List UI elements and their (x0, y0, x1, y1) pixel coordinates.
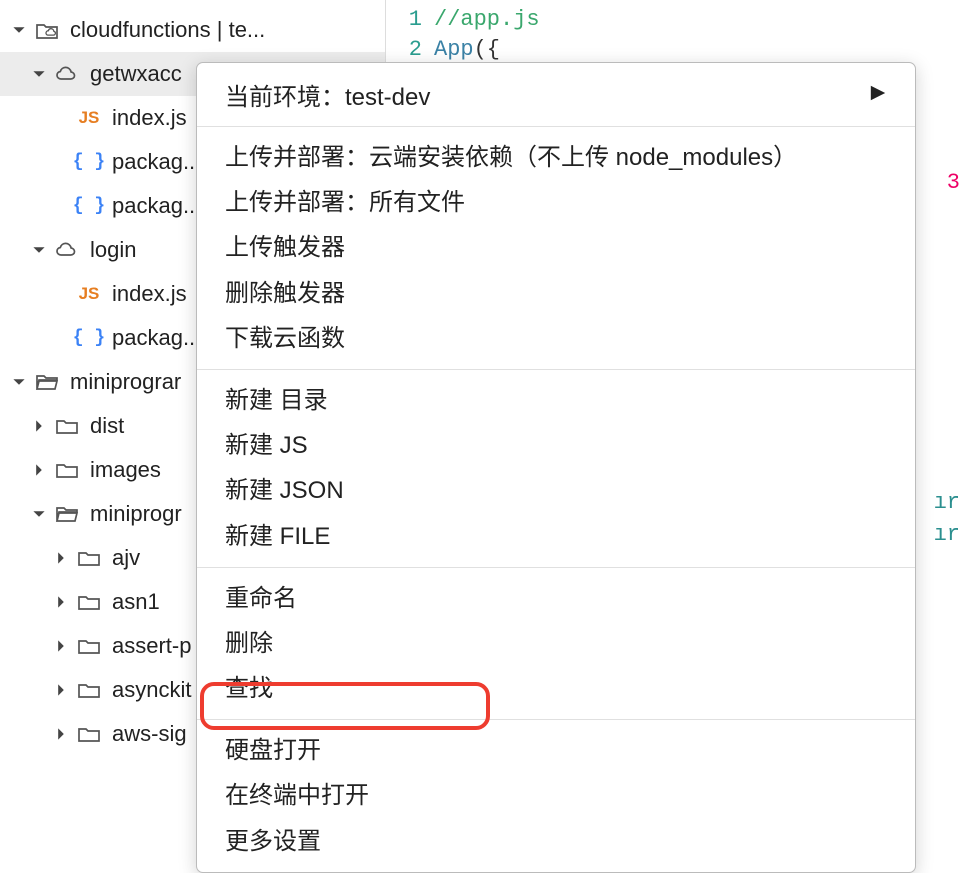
json-file-icon: { } (74, 196, 104, 216)
tree-label: miniprograr (70, 369, 181, 395)
chevron-right-icon (30, 463, 48, 477)
tree-label: asynckit (112, 677, 191, 703)
play-icon (869, 81, 887, 109)
chevron-down-icon (30, 507, 48, 521)
chevron-right-icon (52, 639, 70, 653)
menu-section-deploy: 上传并部署：云端安装依赖（不上传 node_modules） 上传并部署：所有文… (197, 127, 915, 370)
js-file-icon: JS (74, 284, 104, 304)
menu-item-delete[interactable]: 删除 (197, 621, 915, 666)
folder-icon (52, 460, 82, 480)
tree-label: index.js (112, 105, 187, 131)
menu-item-upload-deps[interactable]: 上传并部署：云端安装依赖（不上传 node_modules） (197, 135, 915, 180)
chevron-down-icon (30, 67, 48, 81)
folder-open-icon (52, 504, 82, 524)
menu-item-delete-trigger[interactable]: 删除触发器 (197, 271, 915, 316)
menu-section-edit: 重命名 删除 查找 (197, 568, 915, 721)
tree-label: index.js (112, 281, 187, 307)
menu-environment-header[interactable]: 当前环境：test-dev (197, 63, 915, 127)
tree-label: login (90, 237, 136, 263)
cloud-folder-icon (32, 20, 62, 40)
menu-item-new-file[interactable]: 新建 FILE (197, 514, 915, 559)
tree-item-cloudfunctions[interactable]: cloudfunctions | te... (0, 8, 385, 52)
json-file-icon: { } (74, 328, 104, 348)
folder-open-icon (32, 372, 62, 392)
tree-label: dist (90, 413, 124, 439)
stray-char: ır (934, 490, 960, 515)
code-line-1: 1 //app.js (386, 4, 964, 34)
menu-item-open-terminal[interactable]: 在终端中打开 (197, 773, 915, 818)
chevron-right-icon (52, 595, 70, 609)
menu-item-new-dir[interactable]: 新建 目录 (197, 378, 915, 423)
menu-item-upload-trigger[interactable]: 上传触发器 (197, 225, 915, 270)
menu-item-upload-all[interactable]: 上传并部署：所有文件 (197, 180, 915, 225)
menu-section-new: 新建 目录 新建 JS 新建 JSON 新建 FILE (197, 370, 915, 568)
menu-item-download-function[interactable]: 下载云函数 (197, 316, 915, 361)
tree-label: miniprogr (90, 501, 182, 527)
cloud-icon (52, 64, 82, 84)
code-text: App({ (434, 37, 500, 62)
tree-label: packag... (112, 193, 201, 219)
folder-icon (52, 416, 82, 436)
chevron-right-icon (52, 683, 70, 697)
folder-icon (74, 548, 104, 568)
chevron-down-icon (10, 375, 28, 389)
menu-item-find[interactable]: 查找 (197, 666, 915, 711)
menu-item-new-js[interactable]: 新建 JS (197, 423, 915, 468)
tree-label: packag... (112, 149, 201, 175)
js-file-icon: JS (74, 108, 104, 128)
tree-label: images (90, 457, 161, 483)
menu-item-new-json[interactable]: 新建 JSON (197, 468, 915, 513)
tree-label: asn1 (112, 589, 160, 615)
stray-char: 3 (947, 170, 960, 195)
code-comment: //app.js (434, 7, 540, 32)
chevron-down-icon (10, 23, 28, 37)
line-number: 2 (386, 37, 434, 62)
stray-char: ır (934, 522, 960, 547)
menu-item-rename[interactable]: 重命名 (197, 576, 915, 621)
json-file-icon: { } (74, 152, 104, 172)
tree-label: getwxacc (90, 61, 182, 87)
folder-icon (74, 724, 104, 744)
menu-item-open-disk[interactable]: 硬盘打开 (197, 728, 915, 773)
line-number: 1 (386, 7, 434, 32)
tree-label: packag... (112, 325, 201, 351)
menu-environment-label: 当前环境：test-dev (225, 77, 430, 112)
tree-label: aws-sig (112, 721, 187, 747)
tree-label: assert-p (112, 633, 191, 659)
chevron-right-icon (52, 727, 70, 741)
tree-label: ajv (112, 545, 140, 571)
chevron-right-icon (30, 419, 48, 433)
cloud-icon (52, 240, 82, 260)
folder-icon (74, 680, 104, 700)
context-menu: 当前环境：test-dev 上传并部署：云端安装依赖（不上传 node_modu… (196, 62, 916, 873)
menu-section-open: 硬盘打开 在终端中打开 更多设置 (197, 720, 915, 872)
menu-item-more-settings[interactable]: 更多设置 (197, 819, 915, 864)
folder-icon (74, 636, 104, 656)
folder-icon (74, 592, 104, 612)
chevron-down-icon (30, 243, 48, 257)
chevron-right-icon (52, 551, 70, 565)
code-line-2: 2 App({ (386, 34, 964, 64)
tree-label: cloudfunctions | te... (70, 17, 265, 43)
